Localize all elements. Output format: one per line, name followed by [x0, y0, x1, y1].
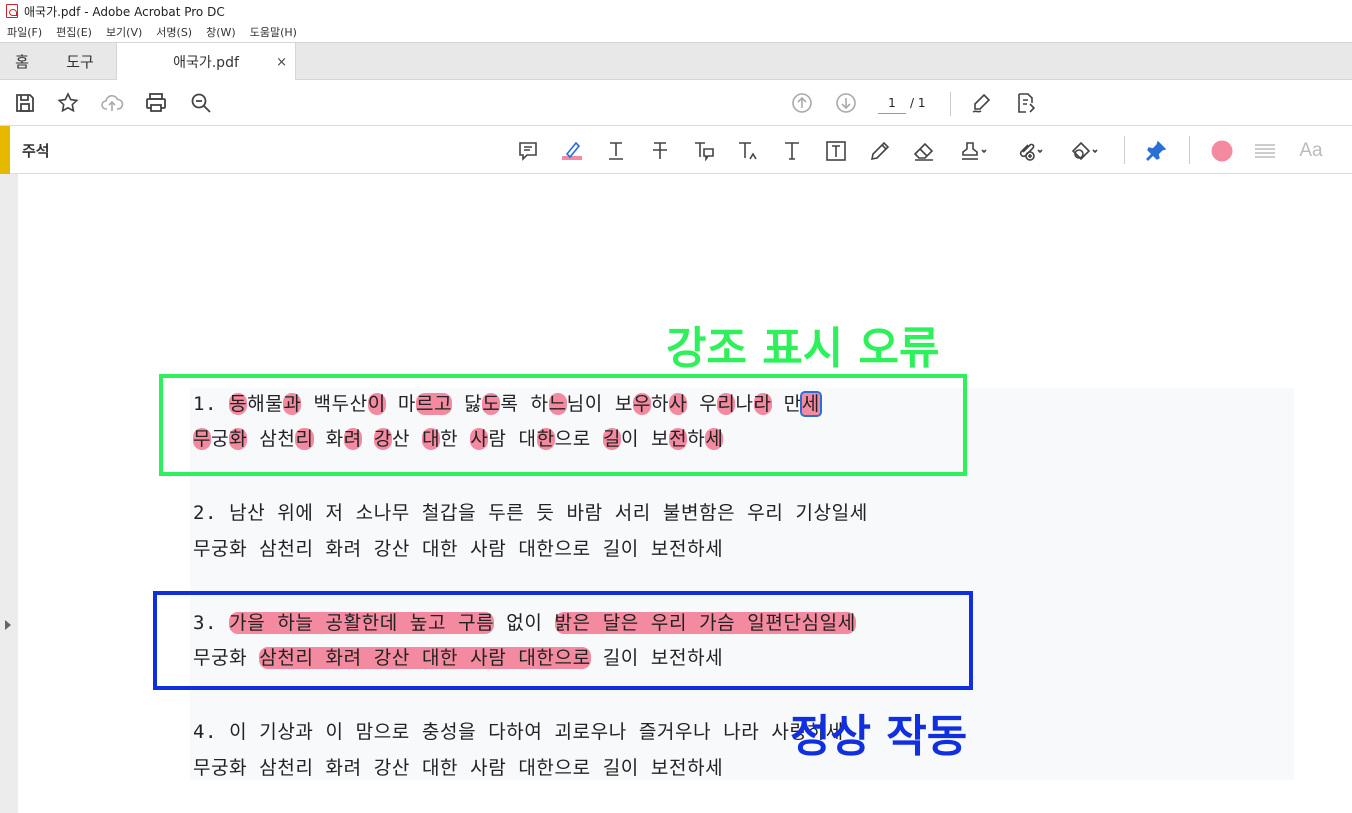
close-tab-icon[interactable]: × — [276, 55, 287, 70]
ok-annotation-label: 정상 작동 — [790, 711, 968, 762]
line-width-icon[interactable] — [1252, 138, 1278, 164]
tab-document-label: 애국가.pdf — [173, 55, 239, 71]
comment-toolbar-accent — [0, 126, 10, 174]
comment-toolbar-label: 주석 — [22, 142, 50, 160]
fill-sign-icon[interactable] — [968, 89, 996, 117]
tab-bar: 홈 도구 애국가.pdf × — [0, 42, 1352, 81]
zoom-search-icon[interactable] — [187, 89, 215, 117]
ok-annotation-box — [153, 591, 973, 690]
next-page-icon[interactable] — [832, 89, 860, 117]
verse2-line1: 2. 남산 위에 저 소나무 철갑을 두른 듯 바람 서리 불변함은 우리 기상… — [193, 502, 868, 524]
add-text-icon[interactable] — [779, 138, 805, 164]
bookmark-star-icon[interactable] — [54, 89, 82, 117]
strikethrough-text-icon[interactable] — [647, 138, 673, 164]
request-signature-icon[interactable] — [1012, 89, 1040, 117]
pdf-file-icon — [6, 4, 18, 18]
print-icon[interactable] — [142, 89, 170, 117]
eraser-icon[interactable] — [911, 138, 937, 164]
previous-page-icon[interactable] — [788, 89, 816, 117]
window-title: 애국가.pdf - Adobe Acrobat Pro DC — [24, 4, 225, 19]
pin-icon[interactable] — [1143, 138, 1169, 164]
underline-text-icon[interactable] — [603, 138, 629, 164]
page-number-input[interactable]: 1 — [878, 92, 906, 114]
highlight-text-icon[interactable] — [559, 138, 585, 164]
commentbar-divider-2 — [1189, 136, 1190, 164]
toolbar-divider — [950, 92, 951, 116]
font-size-icon[interactable]: Aa — [1296, 138, 1326, 164]
menu-edit[interactable]: 편집(E) — [56, 24, 92, 40]
menu-file[interactable]: 파일(F) — [7, 24, 42, 40]
text-comment-icon[interactable] — [691, 138, 717, 164]
tab-tools[interactable]: 도구 — [44, 43, 116, 80]
text-box-icon[interactable] — [823, 138, 849, 164]
menu-view[interactable]: 보기(V) — [106, 24, 142, 40]
title-bar: 애국가.pdf - Adobe Acrobat Pro DC — [0, 0, 1352, 22]
tab-document[interactable]: 애국가.pdf × — [116, 43, 296, 81]
insert-text-icon[interactable] — [735, 138, 761, 164]
save-icon[interactable] — [11, 89, 39, 117]
attach-file-icon[interactable] — [1011, 138, 1047, 164]
shapes-icon[interactable] — [1066, 138, 1102, 164]
menu-bar: 파일(F) 편집(E) 보기(V) 서명(S) 창(W) 도움말(H) — [0, 22, 1352, 42]
expand-arrow-icon[interactable] — [5, 620, 11, 630]
error-annotation-box — [159, 374, 967, 476]
verse4-line1: 4. 이 기상과 이 맘으로 충성을 다하여 괴로우나 즐거우나 나라 사랑하세 — [193, 721, 844, 743]
menu-help[interactable]: 도움말(H) — [250, 24, 297, 40]
verse2-line2: 무궁화 삼천리 화려 강산 대한 사람 대한으로 길이 보전하세 — [193, 538, 724, 560]
pdf-page — [18, 174, 1352, 813]
stamp-icon[interactable] — [955, 138, 991, 164]
comment-toolbar: 주석 Aa — [0, 126, 1352, 174]
cloud-upload-icon[interactable] — [98, 89, 126, 117]
sticky-note-icon[interactable] — [515, 138, 541, 164]
menu-window[interactable]: 창(W) — [206, 24, 236, 40]
verse4-line2: 무궁화 삼천리 화려 강산 대한 사람 대한으로 길이 보전하세 — [193, 757, 724, 779]
page-total: / 1 — [910, 96, 926, 110]
menu-sign[interactable]: 서명(S) — [156, 24, 192, 40]
error-annotation-label: 강조 표시 오류 — [666, 323, 940, 374]
color-picker-icon[interactable] — [1209, 138, 1235, 164]
main-toolbar: 1 / 1 — [0, 80, 1352, 126]
commentbar-divider — [1124, 136, 1125, 164]
left-panel-toggle[interactable] — [0, 174, 18, 813]
pencil-draw-icon[interactable] — [867, 138, 893, 164]
tab-home[interactable]: 홈 — [0, 43, 44, 80]
